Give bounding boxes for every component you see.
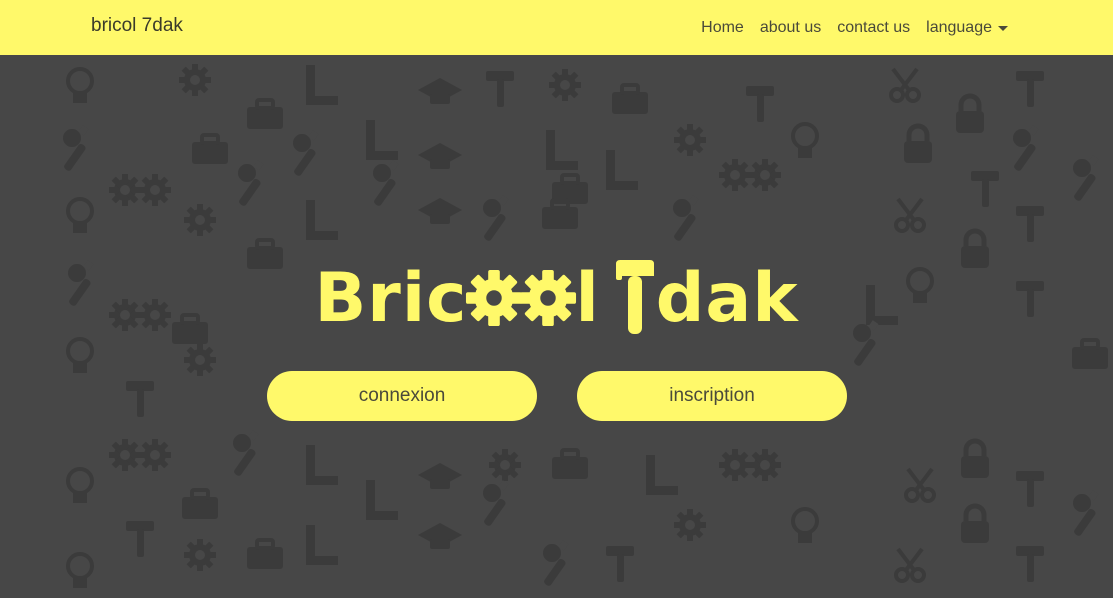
title-text-start: Bric — [314, 258, 468, 338]
nav-contact-link[interactable]: contact us — [829, 19, 918, 37]
title-text-mid: l — [575, 258, 600, 338]
nav-links: Home about us contact us language — [693, 0, 1016, 55]
navbar: bricol 7dak Home about us contact us lan… — [0, 0, 1113, 55]
language-label: language — [926, 18, 992, 36]
caret-down-icon — [998, 26, 1008, 31]
login-button[interactable]: connexion — [267, 371, 537, 421]
nav-home-link[interactable]: Home — [693, 19, 752, 37]
gear-icon — [466, 270, 523, 327]
hero-section: Bric l dak connexion inscription — [0, 55, 1113, 598]
signup-button[interactable]: inscription — [577, 371, 847, 421]
brand-link[interactable]: bricol 7dak — [91, 15, 183, 37]
language-dropdown[interactable]: language — [918, 19, 1016, 37]
title-text-end: dak — [655, 258, 799, 338]
hero-title: Bric l dak — [0, 255, 1113, 338]
hammer-icon — [615, 260, 654, 335]
gear-icon — [520, 270, 577, 327]
nav-about-link[interactable]: about us — [752, 19, 829, 37]
